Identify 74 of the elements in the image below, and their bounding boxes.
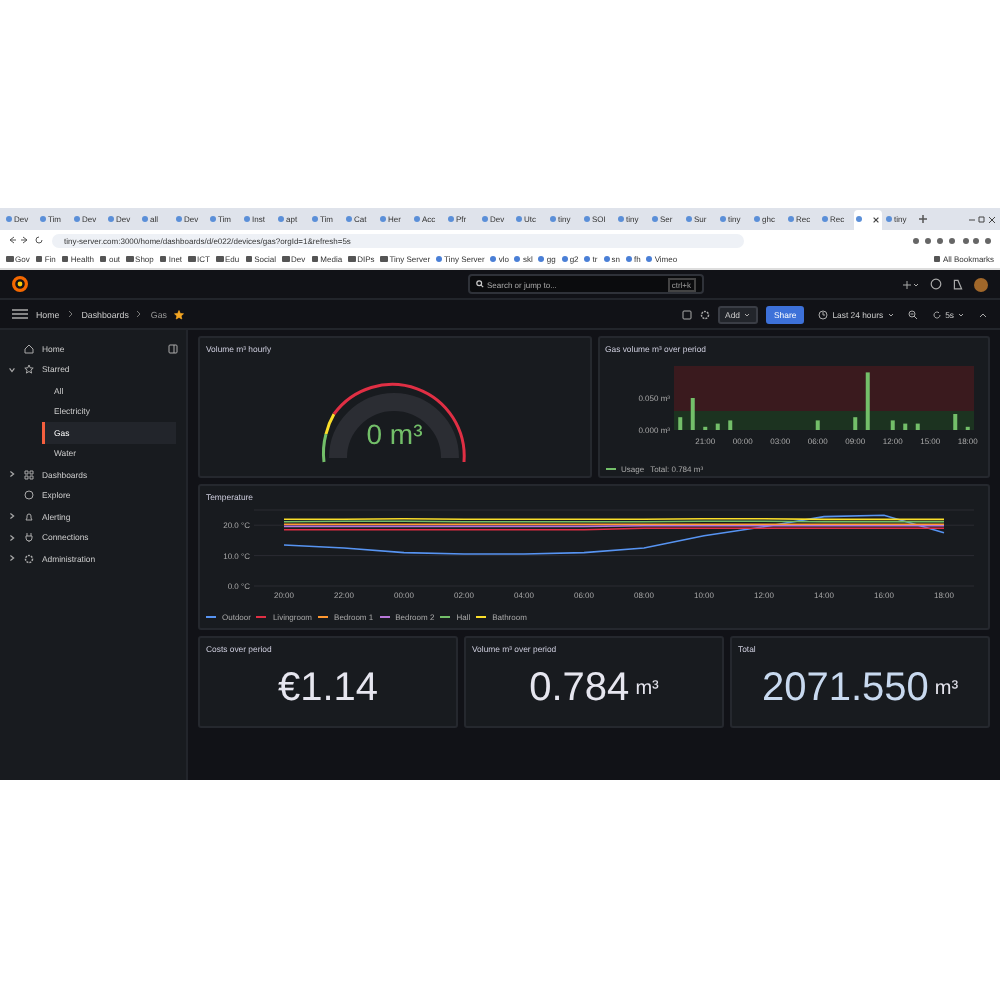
- save-icon[interactable]: [681, 309, 692, 319]
- favicon-icon: [312, 216, 318, 222]
- bell-icon: [24, 511, 34, 522]
- favicon-icon: [6, 216, 12, 222]
- favicon-icon: [584, 216, 590, 222]
- bar: [714, 423, 719, 430]
- favicon-icon: [822, 216, 828, 222]
- favicon-icon: [346, 216, 352, 222]
- stat-value: 0.784: [529, 666, 630, 712]
- bar: [952, 414, 957, 430]
- search-icon: [475, 280, 483, 288]
- stat-unit: m³: [934, 678, 959, 700]
- favicon-icon: [108, 216, 114, 222]
- settings-icon[interactable]: [699, 309, 710, 319]
- menu-icon[interactable]: [12, 308, 28, 320]
- favicon-icon: [720, 216, 726, 222]
- favicon-icon: [550, 216, 556, 222]
- bar: [852, 417, 857, 430]
- dock-menu-icon[interactable]: [168, 343, 178, 354]
- favicon-icon: [652, 216, 658, 222]
- favicon-icon: [142, 216, 148, 222]
- favicon-icon: [244, 216, 250, 222]
- favicon-icon: [40, 216, 46, 222]
- bar: [864, 372, 869, 430]
- browser-toolbar-icon[interactable]: [912, 235, 992, 245]
- caret-icon[interactable]: [8, 554, 16, 563]
- favicon-icon: [618, 216, 624, 222]
- stat-unit: m³: [635, 678, 659, 700]
- favicon-icon: [754, 216, 760, 222]
- favicon-icon: [788, 216, 794, 222]
- close-tab-icon[interactable]: [872, 215, 880, 223]
- settings-icon: [24, 553, 34, 564]
- favicon-icon: [482, 216, 488, 222]
- star-icon: [24, 364, 34, 375]
- clock-icon: [818, 309, 829, 319]
- window-controls-icon[interactable]: [968, 215, 996, 223]
- logo-icon[interactable]: [12, 276, 28, 292]
- stat-value: 2071.550: [761, 666, 929, 712]
- favicon-icon: [210, 216, 216, 222]
- compass-icon: [24, 490, 34, 501]
- plug-icon: [24, 532, 34, 543]
- caret-icon[interactable]: [8, 470, 16, 479]
- help-icon[interactable]: [930, 278, 942, 290]
- new-tab-icon[interactable]: [918, 214, 928, 224]
- favicon-icon: [886, 216, 892, 222]
- favicon-icon: [448, 216, 454, 222]
- bar: [814, 420, 819, 430]
- stat-value: €1.14: [277, 666, 379, 712]
- bar: [677, 417, 682, 430]
- favicon-icon: [516, 216, 522, 222]
- avatar[interactable]: [974, 277, 988, 291]
- bar: [727, 420, 732, 430]
- star-icon[interactable]: [174, 309, 185, 319]
- add-menu-icon[interactable]: [902, 279, 920, 289]
- gauge-value: 0 m³: [364, 418, 425, 450]
- favicon-icon: [278, 216, 284, 222]
- caret-icon[interactable]: [8, 512, 16, 521]
- refresh-icon: [931, 309, 942, 319]
- news-icon[interactable]: [952, 278, 964, 290]
- home-icon: [24, 343, 34, 354]
- favicon-icon: [414, 216, 420, 222]
- bar: [914, 423, 919, 430]
- favicon-icon: [686, 216, 692, 222]
- dashboards-icon: [24, 469, 34, 480]
- bar: [889, 420, 894, 430]
- favicon-icon: [856, 216, 862, 222]
- navigation-icon[interactable]: [8, 236, 44, 244]
- favicon-icon: [74, 216, 80, 222]
- bar: [689, 398, 694, 430]
- caret-icon[interactable]: [8, 533, 16, 542]
- favicon-icon: [380, 216, 386, 222]
- bar: [902, 423, 907, 430]
- zoom-out-icon[interactable]: [907, 309, 918, 319]
- favicon-icon: [176, 216, 182, 222]
